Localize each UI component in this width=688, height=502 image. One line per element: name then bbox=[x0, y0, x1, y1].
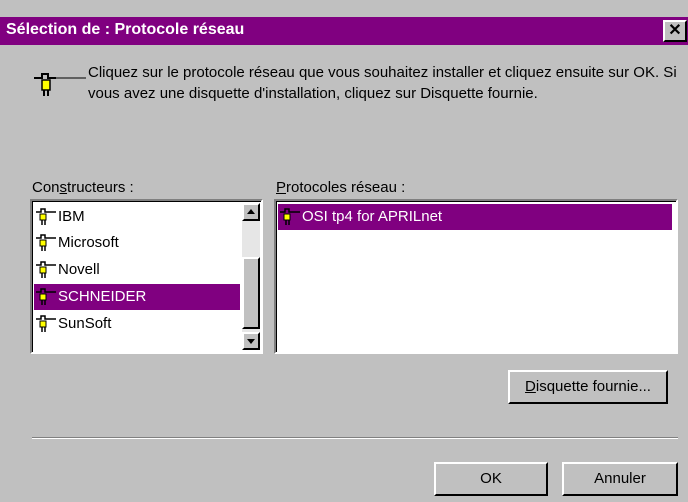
scroll-down-button[interactable] bbox=[242, 332, 260, 350]
protocols-label: Protocoles réseau : bbox=[276, 179, 406, 196]
manufacturer-label: SunSoft bbox=[58, 315, 112, 332]
protocol-label: OSI tp4 for APRILnet bbox=[302, 208, 443, 225]
manufacturer-label: SCHNEIDER bbox=[58, 288, 147, 305]
manufacturer-label: Novell bbox=[58, 261, 100, 278]
separator bbox=[32, 437, 678, 439]
manufacturers-label: Constructeurs : bbox=[32, 179, 134, 196]
manufacturer-item-ibm[interactable]: IBM bbox=[34, 204, 270, 230]
title-bar[interactable]: Sélection de : Protocole réseau ✕ bbox=[0, 17, 688, 45]
manufacturers-scrollbar[interactable] bbox=[242, 203, 260, 350]
network-plug-icon bbox=[36, 208, 56, 225]
protocols-listbox[interactable]: OSI tp4 for APRILnet bbox=[274, 199, 678, 354]
network-plug-icon bbox=[36, 234, 56, 251]
ok-button[interactable]: OK bbox=[434, 462, 548, 496]
scroll-thumb[interactable] bbox=[242, 257, 260, 329]
network-plug-icon bbox=[36, 261, 56, 278]
have-disk-button[interactable]: Disquette fournie... bbox=[508, 370, 668, 404]
manufacturer-item-microsoft[interactable]: Microsoft bbox=[34, 230, 270, 256]
arrow-down-icon bbox=[247, 339, 255, 344]
arrow-up-icon bbox=[247, 209, 255, 214]
network-plug-icon bbox=[36, 288, 56, 305]
dialog-title: Sélection de : Protocole réseau bbox=[6, 21, 245, 38]
manufacturer-item-schneider[interactable]: SCHNEIDER bbox=[34, 284, 240, 310]
close-button[interactable]: ✕ bbox=[663, 20, 687, 42]
manufacturer-label: Microsoft bbox=[58, 234, 119, 251]
manufacturers-listbox[interactable]: IBM Microsoft Novell SCHNEIDER SunSoft bbox=[30, 199, 263, 354]
network-plug-icon bbox=[36, 315, 56, 332]
mnemonic-letter: D bbox=[525, 378, 536, 395]
button-label: OK bbox=[480, 470, 502, 487]
close-icon: ✕ bbox=[668, 22, 682, 39]
button-label: Annuler bbox=[594, 470, 646, 487]
network-plug-icon bbox=[280, 208, 300, 225]
manufacturer-item-novell[interactable]: Novell bbox=[34, 257, 270, 283]
protocol-item-osi-tp4[interactable]: OSI tp4 for APRILnet bbox=[278, 204, 672, 230]
network-plug-icon bbox=[34, 73, 86, 96]
dialog-window: Sélection de : Protocole réseau ✕ Clique… bbox=[0, 0, 688, 502]
manufacturer-label: IBM bbox=[58, 208, 85, 225]
cancel-button[interactable]: Annuler bbox=[562, 462, 678, 496]
button-label: isquette fournie... bbox=[535, 378, 651, 395]
instruction-text: Cliquez sur le protocole réseau que vous… bbox=[88, 64, 677, 102]
manufacturer-item-sunsoft[interactable]: SunSoft bbox=[34, 311, 270, 337]
scroll-up-button[interactable] bbox=[242, 203, 260, 221]
